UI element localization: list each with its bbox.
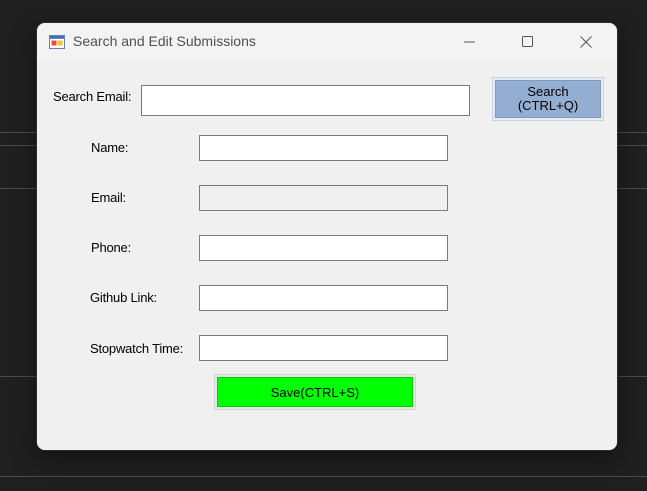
search-button[interactable]: Search (CTRL+Q) [492,77,604,121]
github-link-label: Github Link: [90,290,157,305]
close-button[interactable] [557,23,615,61]
github-link-input[interactable] [199,285,448,311]
search-email-label: Search Email: [53,89,132,104]
search-button-face: Search (CTRL+Q) [495,80,601,118]
search-button-label: Search [527,84,569,99]
save-button-face: Save(CTRL+S) [217,377,413,407]
maximize-icon [522,36,534,48]
minimize-button[interactable] [441,23,499,61]
title-bar[interactable]: Search and Edit Submissions [37,23,617,61]
search-button-shortcut: (CTRL+Q) [517,98,579,113]
save-button[interactable]: Save(CTRL+S) [214,374,416,410]
email-label: Email: [91,190,126,205]
background-line [0,476,647,477]
save-button-label: Save(CTRL+S) [270,384,360,400]
phone-label: Phone: [91,240,132,255]
search-edit-window: Search and Edit Submissions Search Email… [37,23,617,450]
search-email-input[interactable] [141,85,470,116]
minimize-icon [464,36,476,48]
name-label: Name: [91,140,129,155]
stopwatch-time-input[interactable] [199,335,448,361]
form-body: Search Email: Search (CTRL+Q) Name: Emai… [37,61,617,450]
window-title: Search and Edit Submissions [73,33,256,49]
email-field[interactable] [199,185,448,211]
app-icon [49,34,65,50]
name-input[interactable] [199,135,448,161]
phone-input[interactable] [199,235,448,261]
close-icon [580,36,592,48]
maximize-button[interactable] [499,23,557,61]
stopwatch-time-label: Stopwatch Time: [90,341,184,356]
